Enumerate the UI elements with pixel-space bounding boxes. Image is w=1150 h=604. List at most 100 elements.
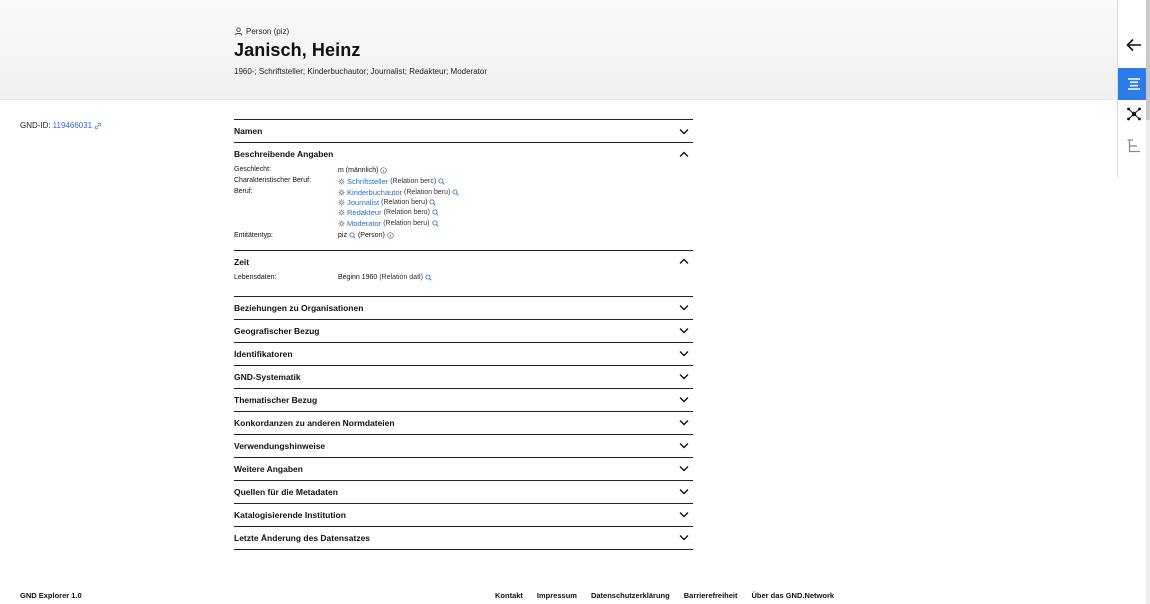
row-geschlecht: Geschlecht: m (männlich): [234, 165, 693, 176]
gnd-id-link[interactable]: 119466031: [53, 121, 92, 130]
section-letzte-änderung-des-datensatzes: Letzte Änderung des Datensatzes: [234, 525, 693, 550]
search-icon[interactable]: [429, 199, 437, 206]
section-weitere-angaben: Weitere Angaben: [234, 456, 693, 480]
row-label: Charakteristischer Beruf:: [234, 177, 312, 184]
char-beruf-link[interactable]: Schriftsteller: [347, 177, 388, 186]
section-beziehungen-zu-organisationen: Beziehungen zu Organisationen: [234, 295, 693, 319]
chevron-down-icon: [679, 397, 689, 403]
section-title: Zeit: [234, 256, 250, 267]
footer-link-ueber-gnd-network[interactable]: Über das GND.Network: [752, 591, 835, 600]
scrollbar-thumb[interactable]: [1146, 0, 1150, 120]
gear-icon: [338, 189, 345, 196]
beruf-link[interactable]: Redakteur: [347, 208, 382, 217]
entitaet-value: (Person): [357, 232, 385, 240]
chevron-down-icon: [679, 443, 689, 449]
search-icon[interactable]: [438, 178, 445, 185]
section-title: Beziehungen zu Organisationen: [234, 302, 364, 313]
search-icon[interactable]: [349, 232, 356, 239]
beruf-item: Journalist (Relation beru): [338, 197, 693, 207]
footer-links: Kontakt Impressum Datenschutzerklärung B…: [495, 591, 834, 600]
gear-icon: [338, 178, 345, 185]
section-verwendungshinweise: Verwendungshinweise: [234, 433, 693, 457]
section-title: Weitere Angaben: [234, 463, 303, 474]
footer-link-impressum[interactable]: Impressum: [537, 591, 577, 600]
row-lebensdaten: Lebensdaten: Beginn 1960 (Relation datl): [234, 273, 693, 284]
page-subtitle: 1960-; Schriftsteller; Kinderbuchautor; …: [234, 67, 488, 76]
app-version: GND Explorer 1.0: [20, 591, 82, 600]
chevron-down-icon: [679, 328, 689, 334]
lebensdaten-value: Beginn 1960: [338, 274, 378, 282]
info-icon[interactable]: [380, 167, 388, 174]
section-header[interactable]: Verwendungshinweise: [234, 435, 693, 457]
beruf-item: Redakteur (Relation beru): [338, 208, 693, 218]
chevron-down-icon: [679, 305, 689, 311]
section-title: Konkordanzen zu anderen Normdateien: [234, 417, 395, 428]
section-thematischer-bezug: Thematischer Bezug: [234, 387, 693, 411]
section-title: Geografischer Bezug: [234, 325, 320, 336]
chevron-down-icon: [679, 535, 689, 541]
search-icon[interactable]: [452, 189, 459, 196]
footer-link-barrierefreiheit[interactable]: Barrierefreiheit: [684, 591, 738, 600]
section-header[interactable]: Konkordanzen zu anderen Normdateien: [234, 412, 693, 434]
scrollbar[interactable]: [1146, 0, 1150, 604]
relation-text: (Relation beru): [383, 219, 430, 227]
gear-icon: [338, 210, 345, 216]
section-header[interactable]: Geografischer Bezug: [234, 320, 693, 342]
section-title: Namen: [234, 126, 263, 136]
section-konkordanzen-zu-anderen-normdateien: Konkordanzen zu anderen Normdateien: [234, 410, 693, 434]
relation-text: (Relation datl): [379, 274, 423, 282]
chevron-up-icon: [679, 151, 689, 157]
search-icon[interactable]: [425, 274, 432, 281]
section-header[interactable]: Quellen für die Metadaten: [234, 481, 693, 503]
geschlecht-value: m (männlich): [338, 166, 379, 174]
section-gnd-systematik: GND-Systematik: [234, 364, 693, 388]
row-label: Beruf:: [234, 188, 253, 195]
link-icon[interactable]: [94, 122, 102, 130]
beruf-item: Moderator (Relation beru): [338, 218, 693, 228]
row-label: Geschlecht:: [234, 166, 271, 173]
page-title: Janisch, Heinz: [234, 40, 361, 60]
gear-icon: [338, 199, 345, 206]
chevron-down-icon: [679, 466, 689, 472]
beruf-link[interactable]: Journalist: [347, 198, 379, 207]
section-title: Letzte Änderung des Datensatzes: [234, 532, 371, 543]
section-title: GND-Systematik: [234, 371, 301, 382]
chevron-down-icon: [679, 351, 689, 357]
chevron-down-icon: [679, 512, 689, 518]
chevron-down-icon: [679, 489, 689, 495]
section-header[interactable]: Identifikatoren: [234, 343, 693, 365]
beruf-link[interactable]: Moderator: [347, 219, 381, 228]
row-charakteristischer-beruf: Charakteristischer Beruf: Schriftsteller…: [234, 176, 693, 187]
section-namen: Namen: [234, 119, 693, 142]
arrow-left-icon: [1126, 38, 1141, 52]
row-entitaetentyp: Entitätentyp: piz (Person): [234, 231, 693, 242]
search-icon[interactable]: [432, 209, 439, 217]
hierarchy-icon: [1127, 139, 1140, 153]
section-header[interactable]: Beziehungen zu Organisationen: [234, 297, 693, 319]
search-icon[interactable]: [431, 220, 439, 227]
section-header[interactable]: Weitere Angaben: [234, 458, 693, 480]
entity-type: Person (piz): [234, 27, 289, 36]
section-identifikatoren: Identifikatoren: [234, 341, 693, 365]
section-beschreibende-angaben: Beschreibende Angaben Geschlecht: m (män…: [234, 142, 693, 250]
section-body-zeit: Lebensdaten: Beginn 1960 (Relation datl): [234, 273, 693, 296]
section-header[interactable]: Thematischer Bezug: [234, 389, 693, 411]
info-icon[interactable]: [387, 232, 394, 239]
section-header-namen[interactable]: Namen: [234, 120, 693, 142]
footer-link-kontakt[interactable]: Kontakt: [495, 591, 523, 600]
section-body-beschreibende-angaben: Geschlecht: m (männlich) Charakteristisc…: [234, 165, 693, 250]
section-header[interactable]: Katalogisierende Institution: [234, 504, 693, 526]
section-header-beschreibende-angaben[interactable]: Beschreibende Angaben: [234, 143, 693, 165]
chevron-down-icon: [679, 420, 689, 426]
section-header-zeit[interactable]: Zeit: [234, 251, 693, 273]
section-header[interactable]: GND-Systematik: [234, 366, 693, 388]
section-title: Thematischer Bezug: [234, 394, 318, 405]
beruf-link[interactable]: Kinderbuchautor: [347, 188, 402, 197]
footer-link-datenschutz[interactable]: Datenschutzerklärung: [591, 591, 670, 600]
accordion: Namen Beschreibende Angaben Geschlecht: …: [234, 119, 693, 550]
gnd-id: GND-ID: 119466031: [20, 121, 102, 130]
section-header[interactable]: Letzte Änderung des Datensatzes: [234, 527, 693, 549]
page-header: Person (piz) Janisch, Heinz 1960-; Schri…: [0, 0, 1150, 100]
row-label: Lebensdaten:: [234, 273, 277, 281]
chevron-down-icon: [679, 374, 689, 380]
